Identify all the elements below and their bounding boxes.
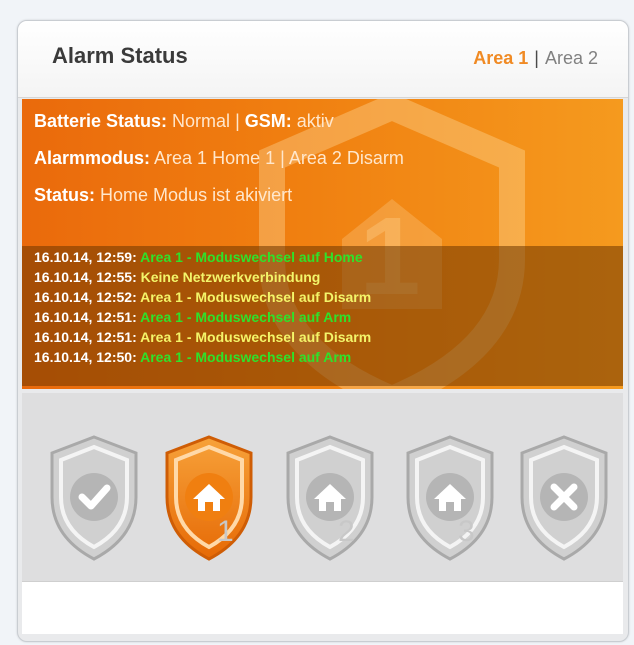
event-log: 16.10.14, 12:59: Area 1 - Moduswechsel a… (22, 246, 623, 386)
alarm-mode-divider: | (280, 148, 285, 168)
gsm-label: GSM: (244, 111, 292, 131)
mode-arm-button[interactable] (514, 433, 614, 563)
widget-header: Alarm Status Area 1 | Area 2 (18, 21, 628, 98)
status-divider: | (235, 111, 240, 131)
alarm-mode-label: Alarmmodus: (34, 148, 151, 168)
mode-number: 3 (458, 515, 475, 548)
log-row: 16.10.14, 12:55: Keine Netzwerkverbindun… (34, 269, 320, 285)
log-row: 16.10.14, 12:52: Area 1 - Moduswechsel a… (34, 289, 371, 305)
status-label: Status: (34, 185, 96, 205)
status-line: Status: Home Modus ist akiviert (34, 185, 292, 206)
alarm-mode-line: Alarmmodus: Area 1 Home 1 | Area 2 Disar… (34, 148, 404, 169)
log-row: 16.10.14, 12:50: Area 1 - Moduswechsel a… (34, 349, 351, 365)
tab-area-1[interactable]: Area 1 (473, 48, 528, 68)
widget-footer (22, 581, 623, 634)
x-shield-icon (520, 435, 608, 561)
log-timestamp: 16.10.14, 12:59: (34, 249, 137, 265)
log-message: Area 1 - Moduswechsel auf Home (140, 249, 363, 265)
log-timestamp: 16.10.14, 12:51: (34, 329, 137, 345)
status-panel: 1 Batterie Status: Normal | GSM: aktiv A… (22, 99, 623, 389)
battery-label: Batterie Status: (34, 111, 168, 131)
log-timestamp: 16.10.14, 12:55: (34, 269, 137, 285)
home-shield-icon (286, 435, 374, 561)
mode-number: 2 (338, 515, 355, 548)
log-row: 16.10.14, 12:59: Area 1 - Moduswechsel a… (34, 249, 363, 265)
log-message: Area 1 - Moduswechsel auf Arm (140, 349, 352, 365)
log-timestamp: 16.10.14, 12:50: (34, 349, 137, 365)
battery-value: Normal (172, 111, 231, 131)
status-value: Home Modus ist akiviert (100, 185, 293, 205)
mode-home-3-button[interactable]: 3 (400, 433, 500, 563)
log-timestamp: 16.10.14, 12:52: (34, 289, 137, 305)
home-shield-icon (165, 435, 253, 561)
check-shield-icon (50, 435, 138, 561)
log-message: Keine Netzwerkverbindung (140, 269, 321, 285)
home-shield-icon (406, 435, 494, 561)
alarm-mode-area2: Area 2 Disarm (288, 148, 404, 168)
gsm-value: aktiv (296, 111, 334, 131)
mode-selector: 1 2 3 (22, 393, 623, 598)
alarm-mode-area1: Area 1 Home 1 (154, 148, 276, 168)
mode-disarm-button[interactable] (44, 433, 144, 563)
log-message: Area 1 - Moduswechsel auf Disarm (140, 289, 372, 305)
area-tabs: Area 1 | Area 2 (473, 48, 598, 69)
log-timestamp: 16.10.14, 12:51: (34, 309, 137, 325)
log-row: 16.10.14, 12:51: Area 1 - Moduswechsel a… (34, 329, 371, 345)
battery-status-line: Batterie Status: Normal | GSM: aktiv (34, 111, 334, 132)
alarm-status-widget: Alarm Status Area 1 | Area 2 1 Batterie St… (17, 20, 629, 642)
log-message: Area 1 - Moduswechsel auf Disarm (140, 329, 372, 345)
tab-separator: | (534, 48, 539, 68)
tab-area-2[interactable]: Area 2 (545, 48, 598, 68)
log-message: Area 1 - Moduswechsel auf Arm (140, 309, 352, 325)
mode-home-1-button[interactable]: 1 (159, 433, 259, 563)
widget-title: Alarm Status (52, 43, 188, 68)
log-row: 16.10.14, 12:51: Area 1 - Moduswechsel a… (34, 309, 351, 325)
mode-number: 1 (217, 515, 234, 548)
mode-home-2-button[interactable]: 2 (280, 433, 380, 563)
